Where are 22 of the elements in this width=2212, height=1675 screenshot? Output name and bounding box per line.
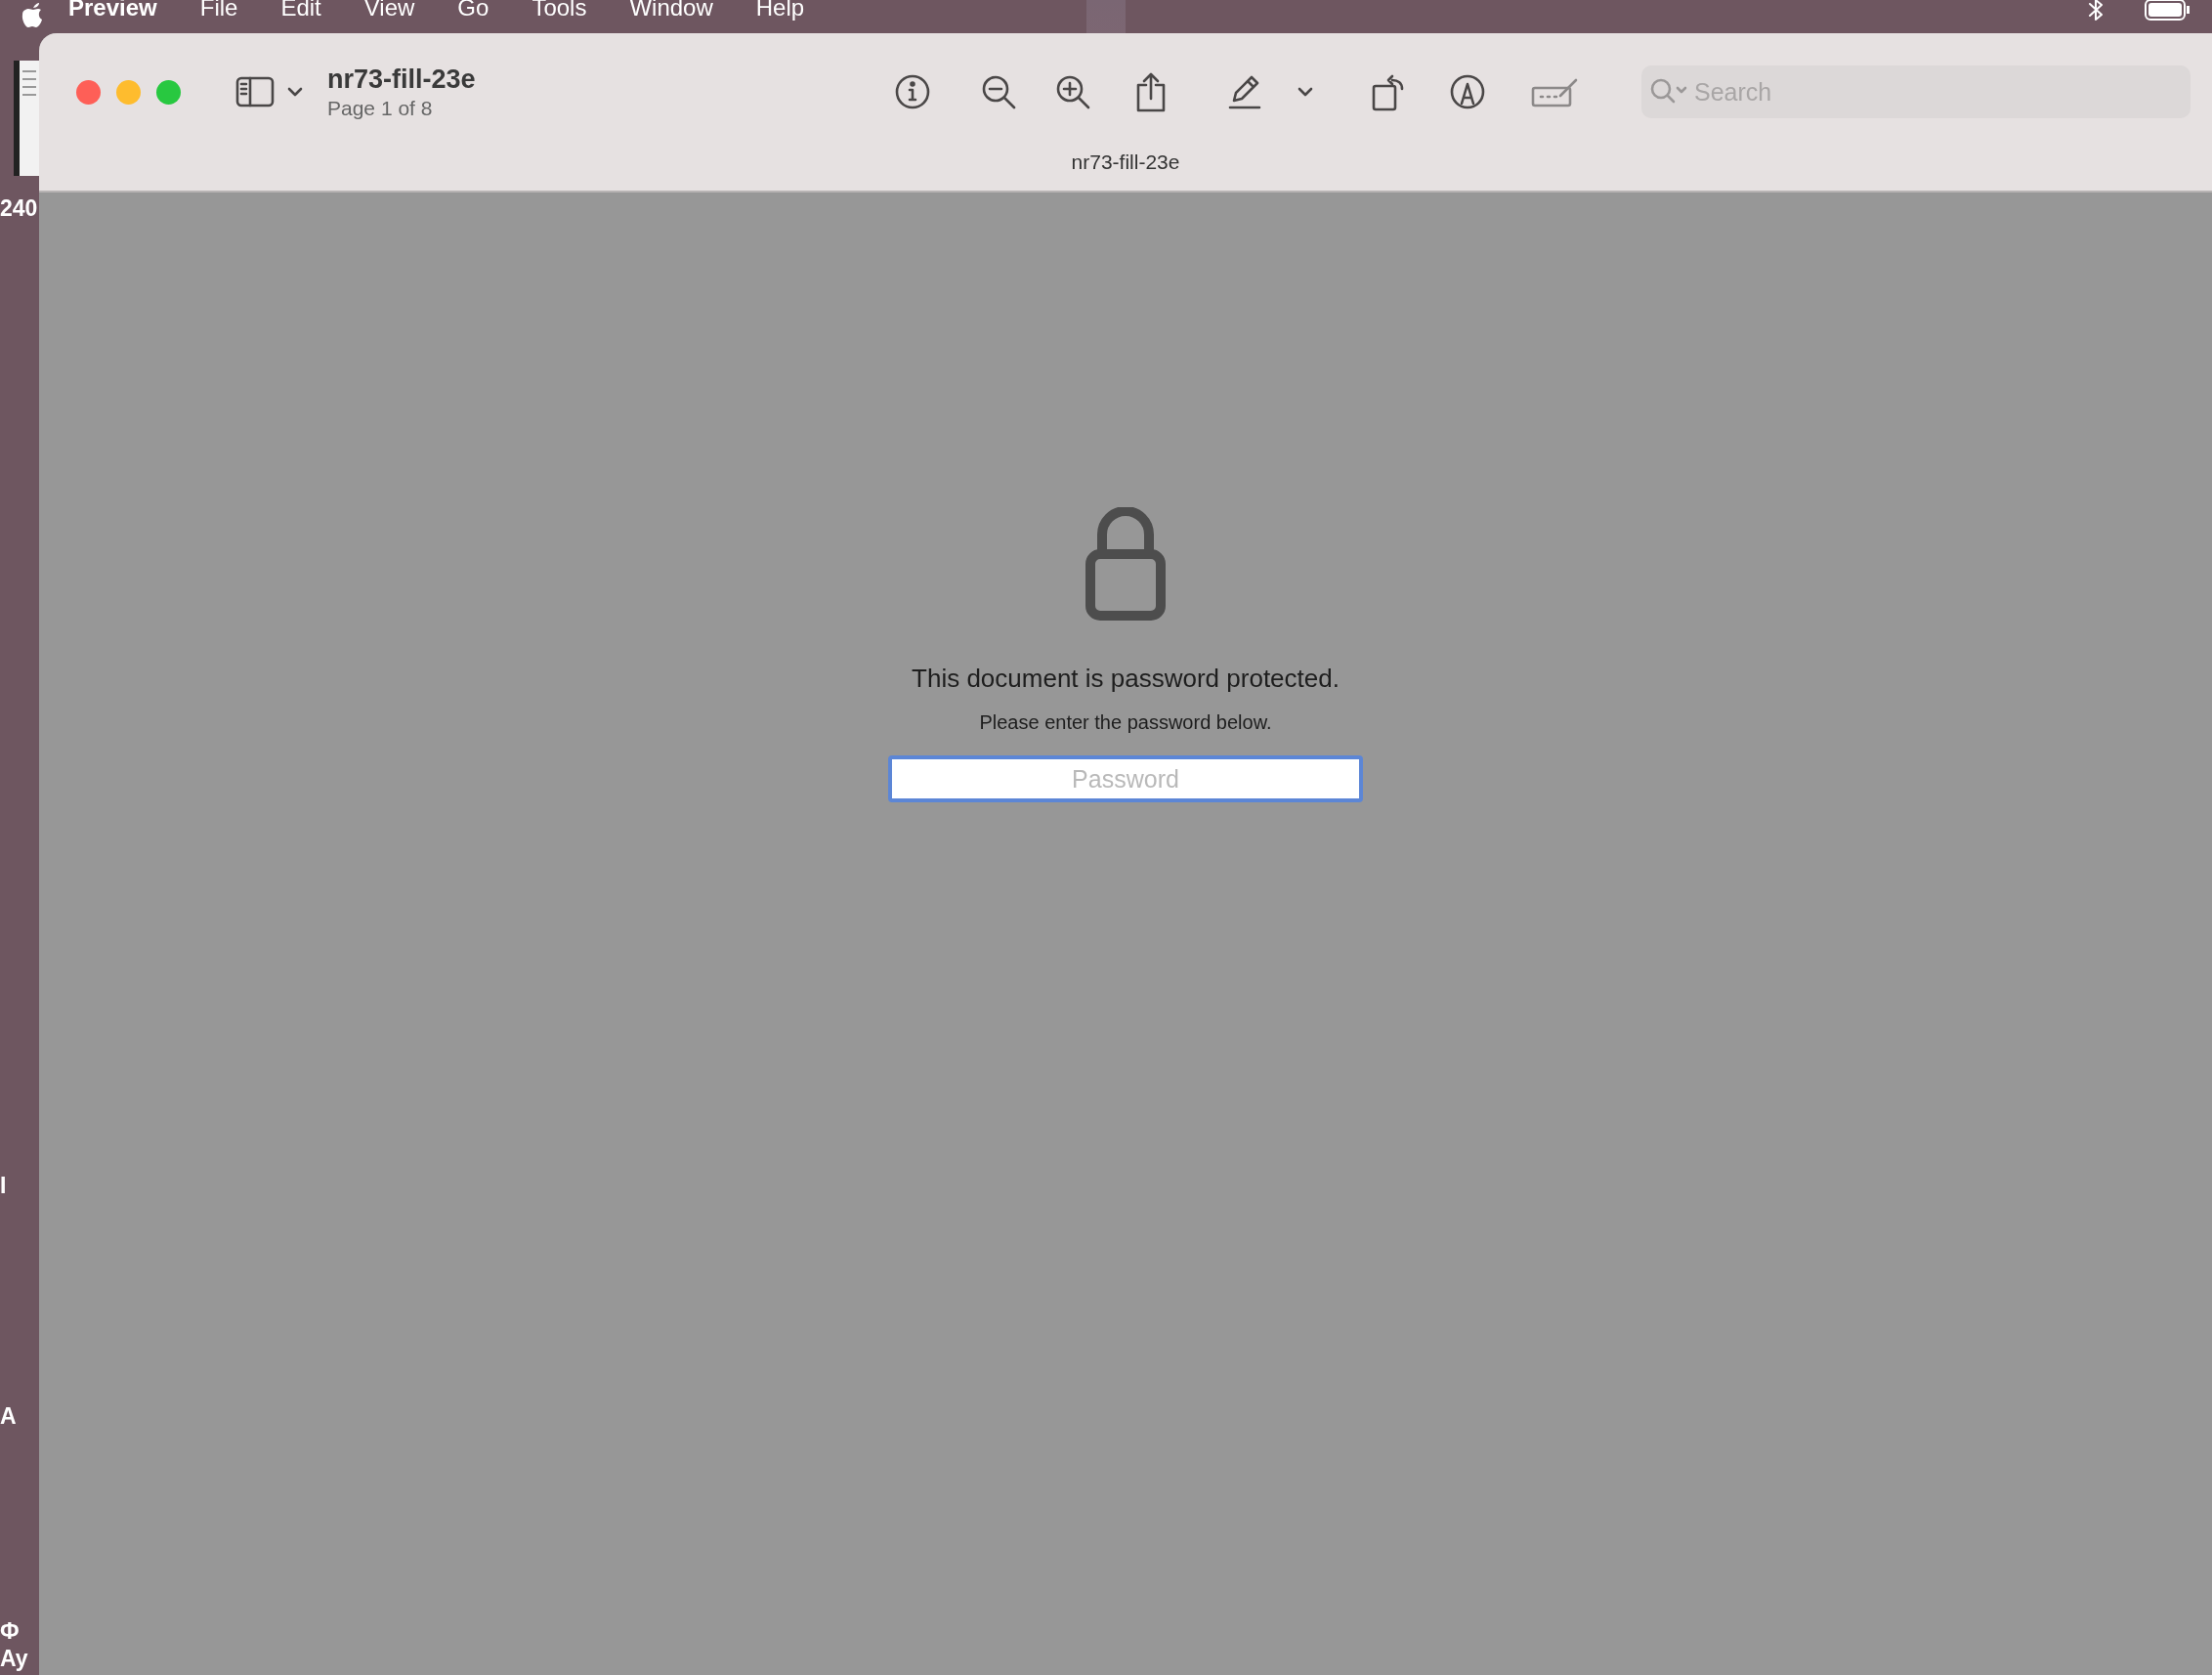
- desktop-icon-label[interactable]: I: [0, 1173, 7, 1199]
- menu-item[interactable]: Go: [436, 0, 511, 20]
- desktop-icon-label[interactable]: Ay: [0, 1646, 28, 1672]
- desktop-icon-label[interactable]: 240: [0, 195, 38, 222]
- document-name: nr73-fill-23e: [1070, 150, 1181, 174]
- document-thumbnail-icon[interactable]: [14, 61, 39, 176]
- signature-icon[interactable]: [1530, 76, 1580, 107]
- battery-icon[interactable]: [2144, 0, 2192, 21]
- bluetooth-icon[interactable]: [2087, 0, 2105, 22]
- desktop-icon-label[interactable]: Ф: [0, 1618, 20, 1645]
- sidebar-icon[interactable]: [235, 76, 275, 107]
- chevron-down-icon[interactable]: [286, 86, 304, 98]
- document-title: nr73-fill-23e: [327, 64, 476, 95]
- markup-icon[interactable]: [1448, 73, 1486, 110]
- page-count: Page 1 of 8: [327, 96, 434, 120]
- info-icon[interactable]: [893, 73, 931, 110]
- lock-icon: [1085, 507, 1166, 621]
- chevron-down-icon[interactable]: [1296, 86, 1314, 98]
- lock-message: Please enter the password below.: [979, 711, 1272, 734]
- desktop-icon-label[interactable]: A: [0, 1403, 17, 1430]
- lock-heading: This document is password protected.: [912, 664, 1340, 694]
- password-field[interactable]: Password: [888, 755, 1363, 802]
